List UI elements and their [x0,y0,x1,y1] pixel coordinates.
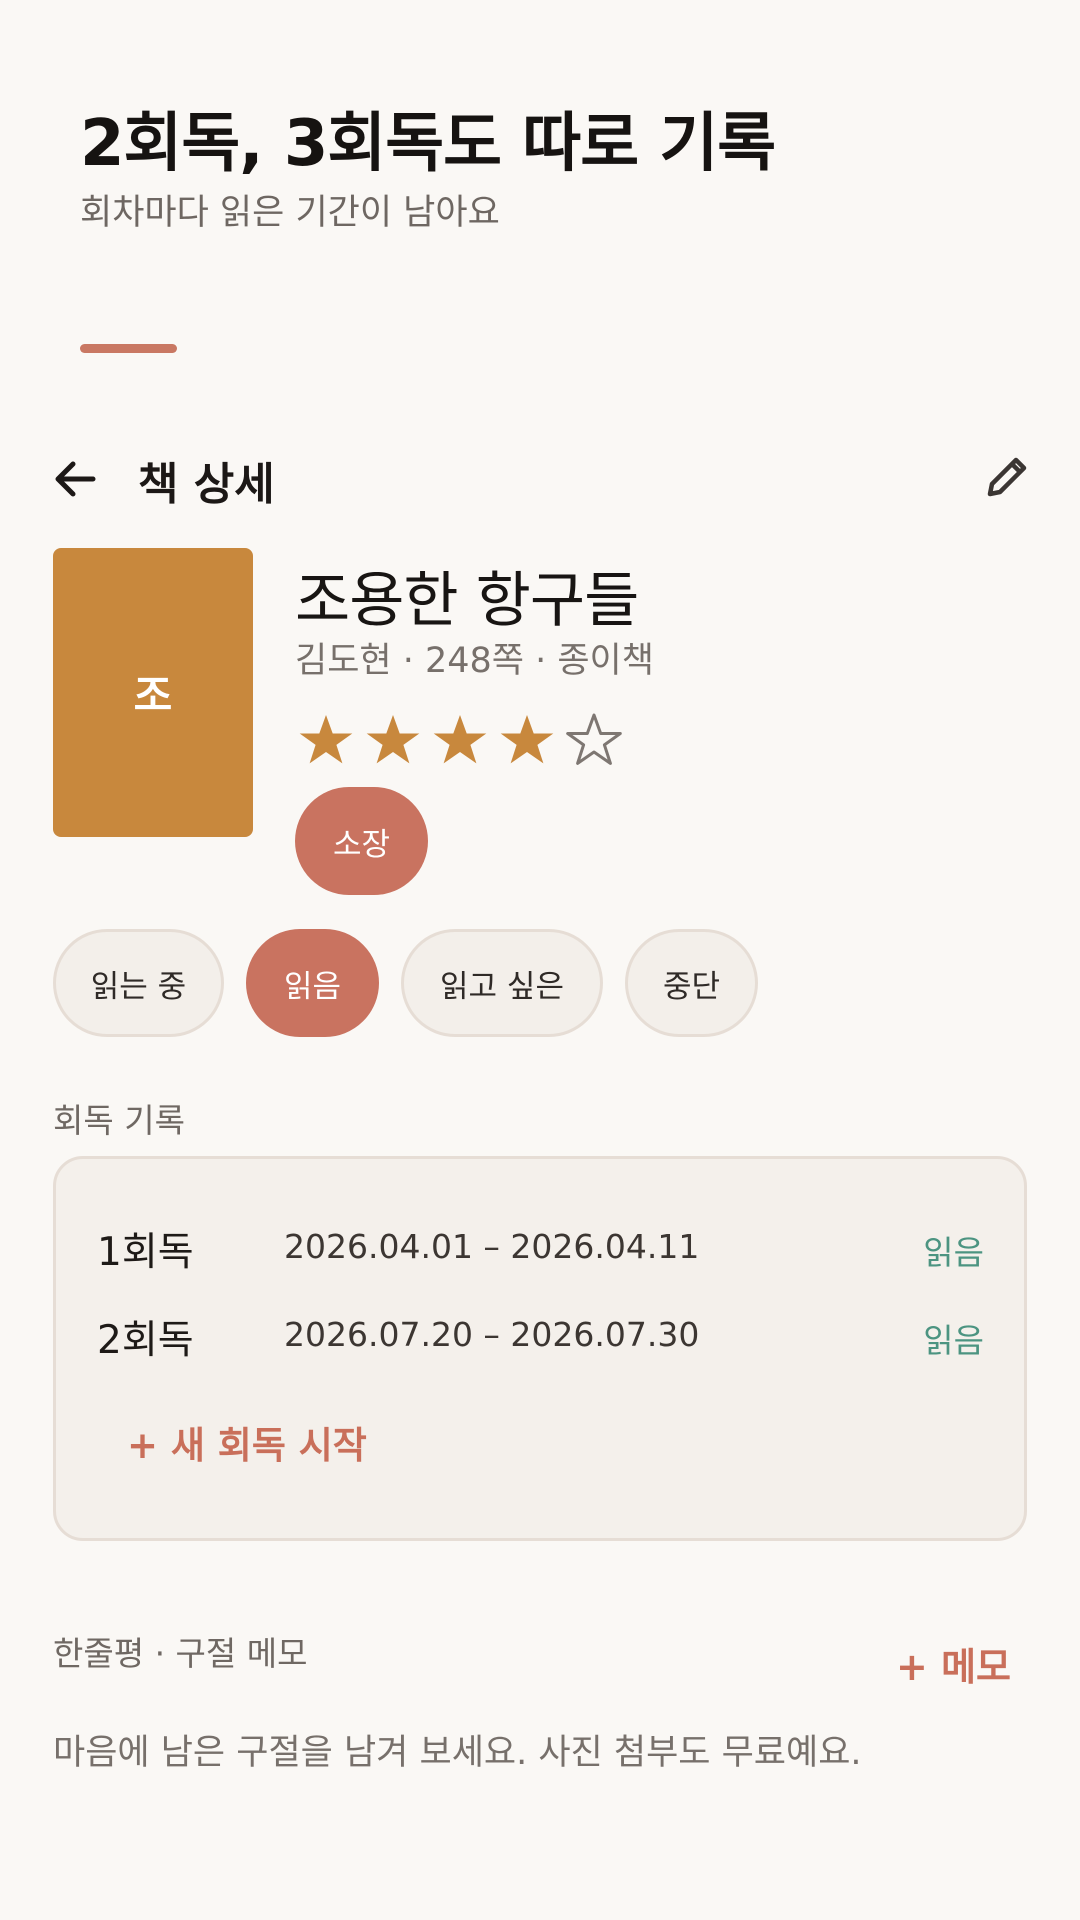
round-status: 읽음 [923,1321,984,1360]
star-filled-icon[interactable] [296,711,356,771]
new-round-button[interactable]: + 새 회독 시작 [127,1415,367,1469]
pencil-icon [987,457,1027,497]
owned-badge[interactable]: 소장 [295,787,428,895]
back-button[interactable] [48,452,102,506]
book-title: 조용한 항구들 [295,566,639,636]
star-filled-icon[interactable] [363,711,423,771]
reading-status-chips: 읽는 중 읽음 읽고 싶은 중단 [53,929,758,1037]
book-cover: 조 [53,548,253,837]
status-chip-want-to-read[interactable]: 읽고 싶은 [401,929,603,1037]
page-title: 책 상세 [138,459,275,510]
reading-round-row[interactable]: 1회독 2026.04.01 – 2026.04.11 읽음 [56,1221,1024,1275]
promo-accent-bar [80,344,177,353]
promo-subtitle: 회차마다 읽은 기간이 남아요 [80,193,500,233]
book-meta: 김도현 · 248쪽 · 종이책 [295,641,654,681]
promo-title: 2회독, 3회독도 따로 기록 [80,107,776,181]
round-dates: 2026.07.20 – 2026.07.30 [284,1315,700,1354]
round-number: 1회독 [97,1230,194,1275]
round-dates: 2026.04.01 – 2026.04.11 [284,1227,700,1266]
memo-section-label: 한줄평 · 구절 메모 [53,1634,308,1673]
star-rating[interactable] [296,711,624,771]
reading-rounds-label: 회독 기록 [53,1101,185,1140]
app-bar: 책 상세 [0,440,1080,514]
star-empty-icon[interactable] [564,711,624,771]
reading-rounds-card: 1회독 2026.04.01 – 2026.04.11 읽음 2회독 2026.… [53,1156,1027,1541]
status-chip-read[interactable]: 읽음 [246,929,379,1037]
memo-empty-text: 마음에 남은 구절을 남겨 보세요. 사진 첨부도 무료예요. [53,1733,862,1773]
star-filled-icon[interactable] [497,711,557,771]
edit-button[interactable] [976,446,1038,508]
star-filled-icon[interactable] [430,711,490,771]
book-cover-initial: 조 [133,671,173,720]
round-number: 2회독 [97,1318,194,1363]
status-chip-reading[interactable]: 읽는 중 [53,929,224,1037]
round-status: 읽음 [923,1233,984,1272]
arrow-left-icon [55,461,96,497]
status-chip-paused[interactable]: 중단 [625,929,758,1037]
add-memo-button[interactable]: + 메모 [896,1636,1011,1691]
reading-round-row[interactable]: 2회독 2026.07.20 – 2026.07.30 읽음 [56,1309,1024,1363]
